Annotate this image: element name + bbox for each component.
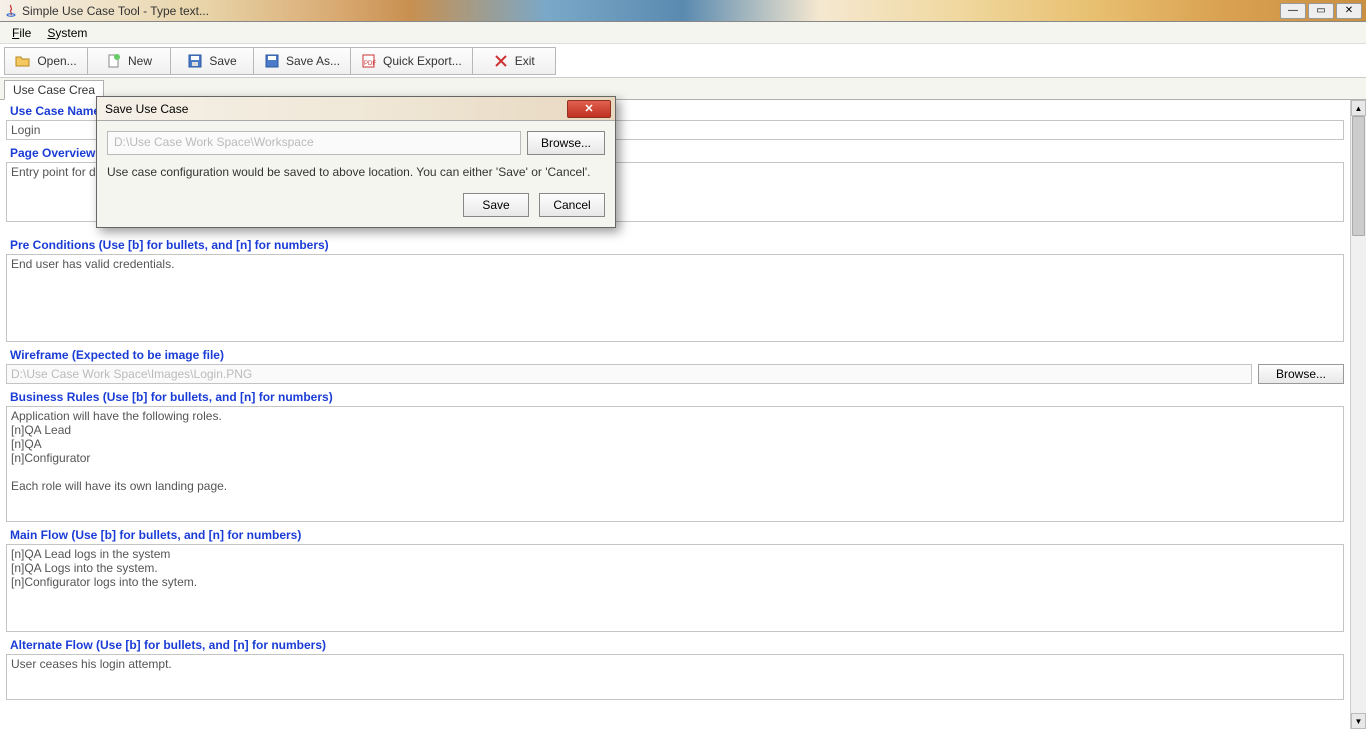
new-label: New [128,54,152,68]
close-icon: ✕ [584,102,593,115]
menu-file[interactable]: File [4,24,39,42]
scroll-thumb[interactable] [1352,116,1365,236]
field-alternate-flow[interactable]: User ceases his login attempt. [6,654,1344,700]
toolbar: Open... New Save Save As... PDF Quick Ex… [0,44,1366,78]
open-button[interactable]: Open... [4,47,88,75]
quickexport-label: Quick Export... [383,54,462,68]
dialog-title-text: Save Use Case [105,102,188,116]
pdf-export-icon: PDF [361,53,377,69]
floppy-saveas-icon [264,53,280,69]
exit-x-icon [493,53,509,69]
new-button[interactable]: New [87,47,171,75]
label-alternate-flow: Alternate Flow (Use [b] for bullets, and… [4,634,1346,654]
window-titlebar: Simple Use Case Tool - Type text... — ▭ … [0,0,1366,22]
save-button[interactable]: Save [170,47,254,75]
dialog-cancel-button[interactable]: Cancel [539,193,605,217]
dialog-close-button[interactable]: ✕ [567,100,611,118]
label-wireframe: Wireframe (Expected to be image file) [4,344,1346,364]
menu-system[interactable]: System [39,24,95,42]
scroll-down-arrow-icon[interactable]: ▼ [1351,713,1366,729]
dialog-titlebar: Save Use Case ✕ [97,97,615,121]
svg-text:PDF: PDF [364,61,376,67]
folder-open-icon [15,53,31,69]
dialog-path-field[interactable]: D:\Use Case Work Space\Workspace [107,131,521,155]
menubar: File System [0,22,1366,44]
dialog-browse-button[interactable]: Browse... [527,131,605,155]
scroll-up-arrow-icon[interactable]: ▲ [1351,100,1366,116]
saveas-label: Save As... [286,54,340,68]
floppy-save-icon [187,53,203,69]
window-close-button[interactable]: ✕ [1336,3,1362,19]
new-file-icon [106,53,122,69]
save-label: Save [209,54,236,68]
label-business-rules: Business Rules (Use [b] for bullets, and… [4,386,1346,406]
window-title: Simple Use Case Tool - Type text... [22,4,209,18]
field-main-flow[interactable]: [n]QA Lead logs in the system [n]QA Logs… [6,544,1344,632]
dialog-message: Use case configuration would be saved to… [107,165,605,179]
save-usecase-dialog: Save Use Case ✕ D:\Use Case Work Space\W… [96,96,616,228]
java-icon [4,4,18,18]
field-preconditions[interactable]: End user has valid credentials. [6,254,1344,342]
field-business-rules[interactable]: Application will have the following role… [6,406,1344,522]
window-minimize-button[interactable]: — [1280,3,1306,19]
field-wireframe-path[interactable]: D:\Use Case Work Space\Images\Login.PNG [6,364,1252,384]
dialog-save-button[interactable]: Save [463,193,529,217]
tab-usecase-creator[interactable]: Use Case Crea [4,80,104,100]
saveas-button[interactable]: Save As... [253,47,351,75]
wireframe-browse-button[interactable]: Browse... [1258,364,1344,384]
label-main-flow: Main Flow (Use [b] for bullets, and [n] … [4,524,1346,544]
scroll-track[interactable] [1351,116,1366,713]
open-label: Open... [37,54,76,68]
exit-button[interactable]: Exit [472,47,556,75]
quickexport-button[interactable]: PDF Quick Export... [350,47,473,75]
window-maximize-button[interactable]: ▭ [1308,3,1334,19]
exit-label: Exit [515,54,535,68]
vertical-scrollbar[interactable]: ▲ ▼ [1350,100,1366,729]
label-preconditions: Pre Conditions (Use [b] for bullets, and… [4,234,1346,254]
